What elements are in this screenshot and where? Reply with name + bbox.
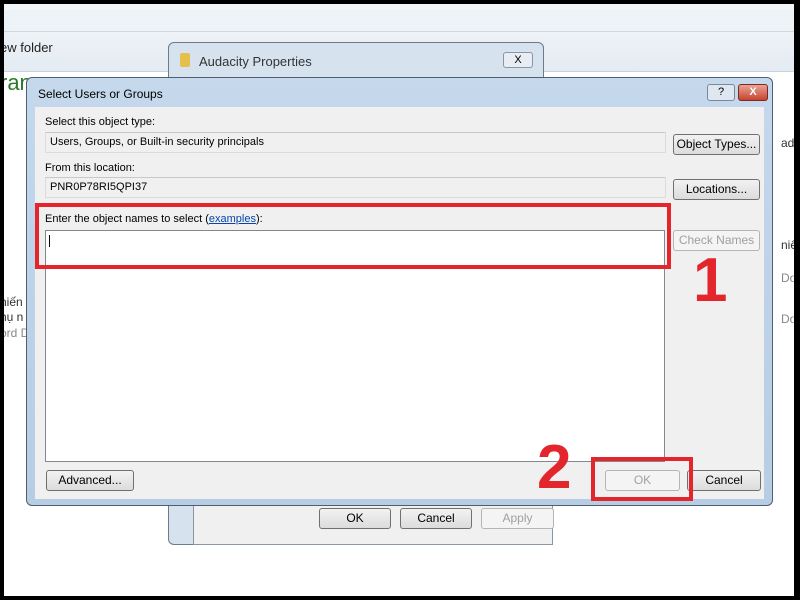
folder-icon	[180, 53, 190, 67]
bg-text: Do	[781, 312, 797, 326]
locations-button[interactable]: Locations...	[673, 179, 760, 200]
bg-text: ads	[781, 136, 800, 150]
properties-ok-button[interactable]: OK	[319, 508, 391, 529]
bg-text: ord D	[0, 326, 30, 340]
window-title: Audacity Properties	[199, 54, 312, 69]
help-button[interactable]: ?	[707, 84, 735, 101]
address-band	[0, 10, 800, 32]
highlight-box-ok	[591, 457, 693, 501]
dialog-body: Select this object type: Users, Groups, …	[35, 107, 764, 499]
dialog-title: Select Users or Groups	[38, 87, 163, 101]
step-2-label: 2	[537, 433, 572, 502]
properties-cancel-button[interactable]: Cancel	[400, 508, 472, 529]
advanced-button[interactable]: Advanced...	[46, 470, 134, 491]
bg-text: hụ n	[0, 310, 24, 324]
bg-text: niê	[781, 238, 798, 252]
properties-apply-button[interactable]: Apply	[481, 508, 554, 529]
highlight-box-names-input	[35, 203, 671, 269]
cancel-button[interactable]: Cancel	[687, 470, 761, 491]
select-users-dialog: Select Users or Groups ? X Select this o…	[26, 77, 773, 506]
bg-text: hiến	[0, 295, 23, 309]
close-button[interactable]: X	[503, 52, 533, 68]
object-type-field: Users, Groups, or Built-in security prin…	[45, 132, 666, 153]
object-types-button[interactable]: Object Types...	[673, 134, 760, 155]
location-field: PNR0P78RI5QPI37	[45, 177, 666, 198]
close-button[interactable]: X	[738, 84, 768, 101]
bg-text: Do	[781, 271, 797, 285]
new-folder-button[interactable]: ew folder	[0, 40, 53, 55]
step-1-label: 1	[693, 246, 728, 315]
location-label: From this location:	[45, 162, 135, 174]
object-type-label: Select this object type:	[45, 116, 156, 128]
